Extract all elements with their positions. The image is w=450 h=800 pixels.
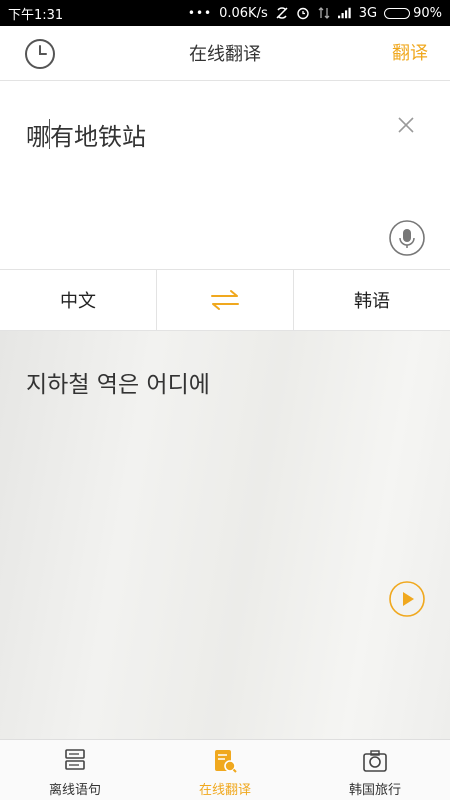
nav-label-offline-phrases: 离线语句 (48, 783, 101, 798)
camera-travel-icon (363, 750, 387, 772)
source-input-area[interactable]: 哪有地铁站 (0, 81, 450, 269)
page-title: 在线翻译 (189, 44, 261, 65)
nav-item-korea-travel[interactable]: 韩国旅行 (300, 740, 450, 800)
no-sync-icon (275, 6, 289, 20)
language-selector: 中文 韩语 (0, 269, 450, 331)
status-indicators: ••• 0.06K/s 3G 90% (188, 6, 442, 21)
battery-percent: 90% (413, 5, 442, 21)
translation-result-area: 지하철 역은 어디에 (0, 331, 450, 739)
app-header: 在线翻译 翻译 (0, 26, 450, 81)
text-cursor (49, 119, 50, 149)
clear-close-icon[interactable] (396, 115, 416, 135)
nav-label-online-translate: 在线翻译 (198, 783, 251, 798)
more-dots-icon: ••• (187, 6, 213, 20)
play-audio-icon[interactable] (389, 581, 425, 617)
target-language-button[interactable]: 韩语 (294, 270, 450, 330)
translation-result-text: 지하철 역은 어디에 (26, 372, 210, 398)
phrasebook-icon (65, 749, 85, 770)
status-bar: 下午1:31 ••• 0.06K/s 3G 90% (0, 0, 450, 26)
translate-button[interactable]: 翻译 (392, 26, 428, 81)
source-language-button[interactable]: 中文 (0, 270, 157, 330)
signal-icon (337, 6, 352, 20)
data-transfer-icon (317, 6, 331, 20)
status-time: 下午1:31 (8, 7, 64, 23)
battery-icon (384, 7, 411, 19)
swap-arrows-icon (211, 290, 239, 310)
history-clock-icon[interactable] (24, 38, 56, 70)
online-translate-icon (215, 750, 237, 773)
nav-item-offline-phrases[interactable]: 离线语句 (0, 740, 150, 800)
swap-languages-button[interactable] (157, 270, 294, 330)
nav-item-online-translate[interactable]: 在线翻译 (150, 740, 300, 800)
bottom-navigation: 离线语句 在线翻译 韩国旅行 (0, 739, 450, 800)
battery-indicator: 90% (384, 6, 442, 21)
alarm-icon (296, 6, 310, 20)
network-speed: 0.06K/s (219, 5, 268, 21)
source-text-input[interactable]: 哪有地铁站 (26, 117, 146, 152)
microphone-icon[interactable] (389, 220, 425, 256)
nav-label-korea-travel: 韩国旅行 (348, 783, 401, 798)
network-type: 3G (358, 5, 378, 21)
